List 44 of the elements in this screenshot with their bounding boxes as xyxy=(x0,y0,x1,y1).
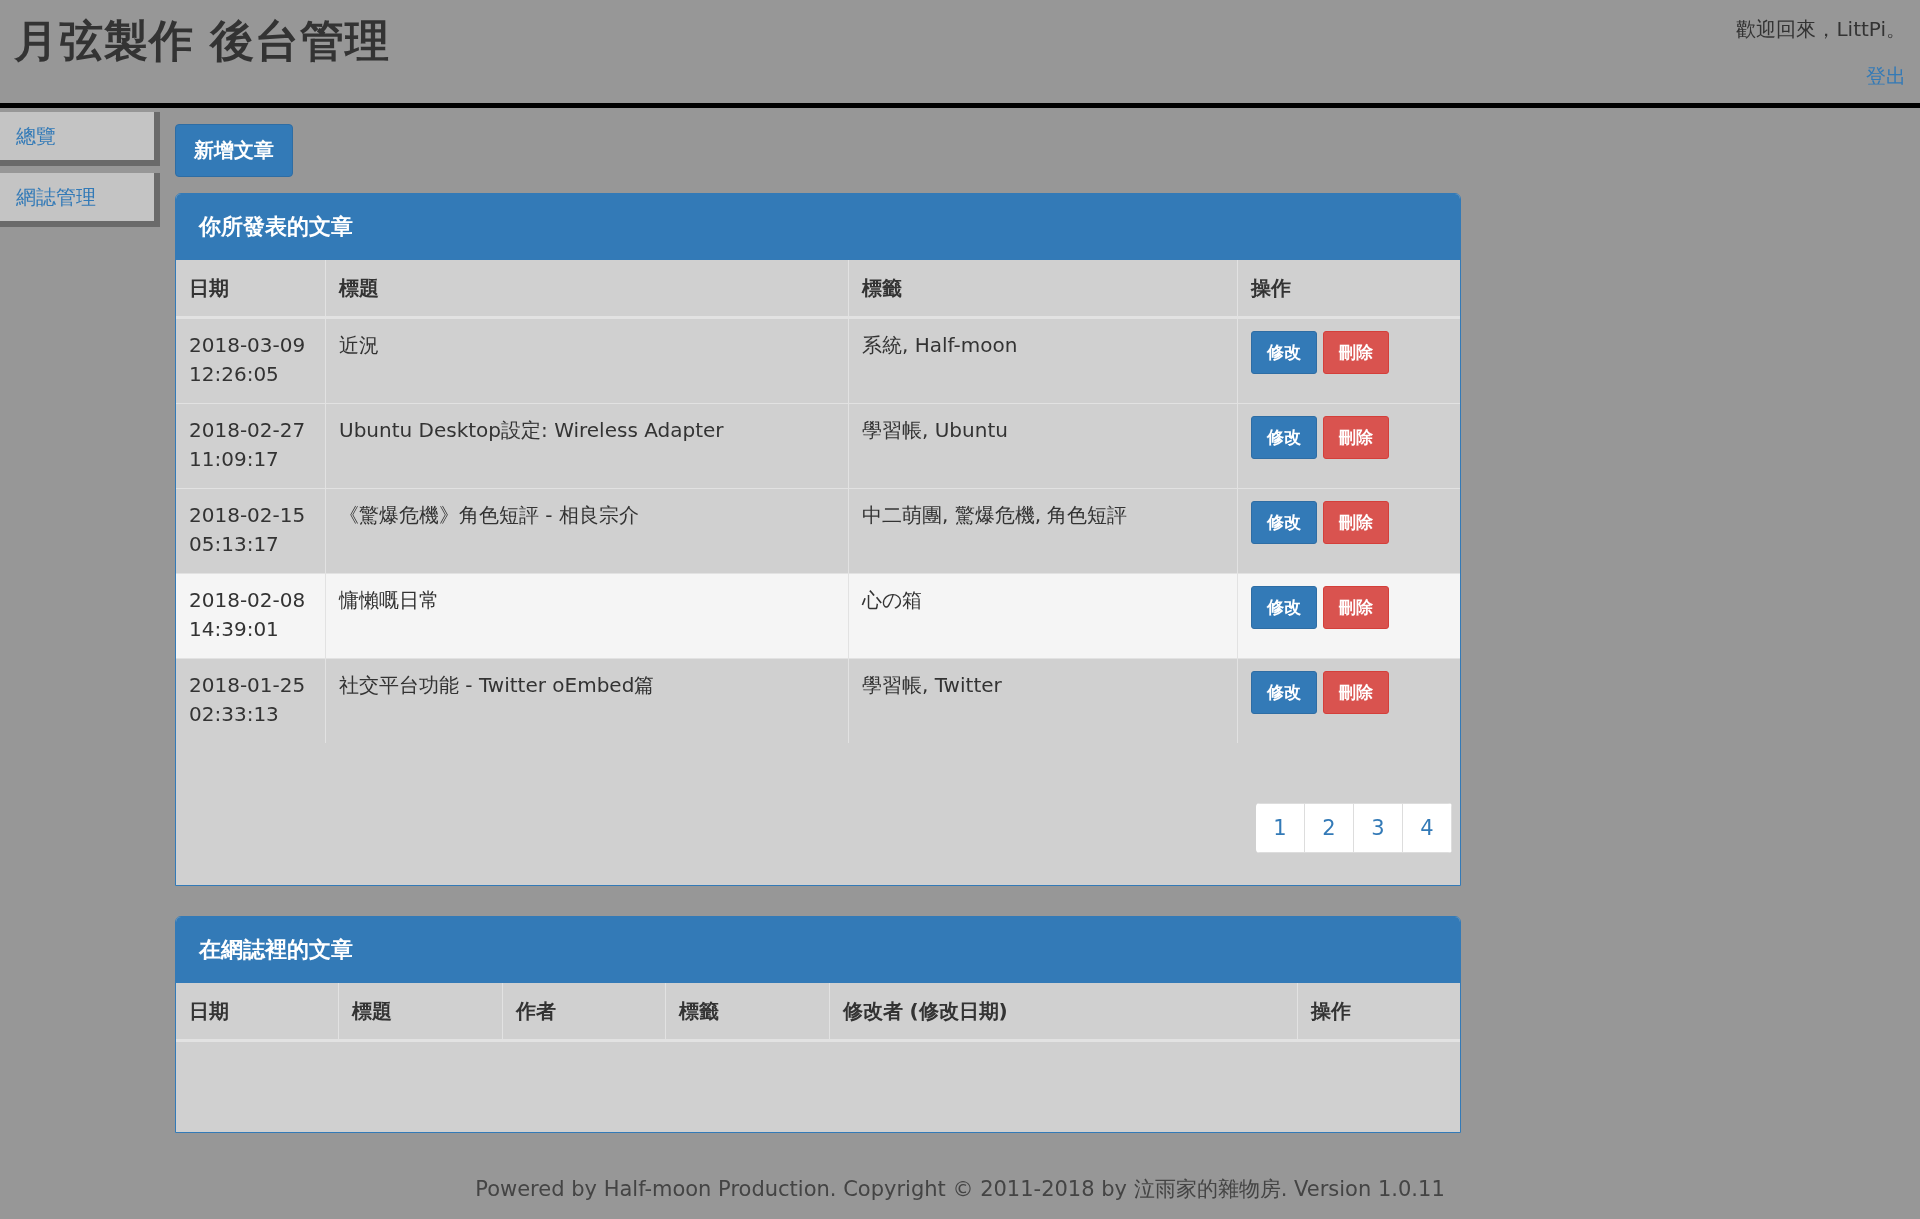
welcome-text: 歡迎回來，LittPi。 xyxy=(1736,16,1906,43)
page-link[interactable]: 3 xyxy=(1353,803,1403,853)
edit-button[interactable]: 修改 xyxy=(1251,586,1317,629)
column-header: 作者 xyxy=(502,983,666,1041)
footer-text: Powered by Half-moon Production. Copyright © 2011-2018 by 泣雨家的雜物房. Version 1.0.11 xyxy=(475,1177,1445,1201)
column-header: 操作 xyxy=(1297,983,1460,1041)
date-cell: 2018-01-25 02:33:13 xyxy=(176,658,326,743)
column-header: 修改者 (修改日期) xyxy=(829,983,1298,1041)
column-header: 日期 xyxy=(176,260,326,318)
date-cell: 2018-03-09 12:26:05 xyxy=(176,317,326,404)
column-header: 標籤 xyxy=(848,260,1238,318)
edit-button[interactable]: 修改 xyxy=(1251,501,1317,544)
delete-button[interactable]: 刪除 xyxy=(1323,501,1389,544)
title-cell: Ubuntu Desktop設定: Wireless Adapter xyxy=(325,403,849,489)
column-header: 日期 xyxy=(176,983,339,1041)
tags-cell: 系統, Half-moon xyxy=(848,317,1238,404)
sidebar-item[interactable]: 總覽 xyxy=(0,112,160,166)
delete-button[interactable]: 刪除 xyxy=(1323,416,1389,459)
new-post-button[interactable]: 新增文章 xyxy=(175,124,293,177)
delete-button[interactable]: 刪除 xyxy=(1323,671,1389,714)
panel-title: 你所發表的文章 xyxy=(199,213,353,241)
tags-cell: 心の箱 xyxy=(848,573,1238,659)
date-cell: 2018-02-27 11:09:17 xyxy=(176,403,326,489)
column-header: 標題 xyxy=(325,260,849,318)
column-header: 標題 xyxy=(338,983,503,1041)
delete-button[interactable]: 刪除 xyxy=(1323,586,1389,629)
title-cell: 慵懶嘅日常 xyxy=(325,573,849,659)
title-cell: 近況 xyxy=(325,317,849,404)
edit-button[interactable]: 修改 xyxy=(1251,671,1317,714)
date-cell: 2018-02-08 14:39:01 xyxy=(176,573,326,659)
tags-cell: 學習帳, Ubuntu xyxy=(848,403,1238,489)
edit-button[interactable]: 修改 xyxy=(1251,331,1317,374)
column-header: 操作 xyxy=(1237,260,1460,318)
column-header: 標籤 xyxy=(665,983,829,1041)
site-title: 月弦製作 後台管理 xyxy=(14,14,391,68)
tags-cell: 學習帳, Twitter xyxy=(848,658,1238,743)
page-link[interactable]: 4 xyxy=(1402,803,1452,853)
title-cell: 社交平台功能 - Twitter oEmbed篇 xyxy=(325,658,849,743)
panel-title: 在網誌裡的文章 xyxy=(199,936,353,964)
edit-button[interactable]: 修改 xyxy=(1251,416,1317,459)
delete-button[interactable]: 刪除 xyxy=(1323,331,1389,374)
page-link[interactable]: 2 xyxy=(1304,803,1354,853)
sidebar-item[interactable]: 網誌管理 xyxy=(0,173,160,227)
page-link[interactable]: 1 xyxy=(1256,803,1305,853)
